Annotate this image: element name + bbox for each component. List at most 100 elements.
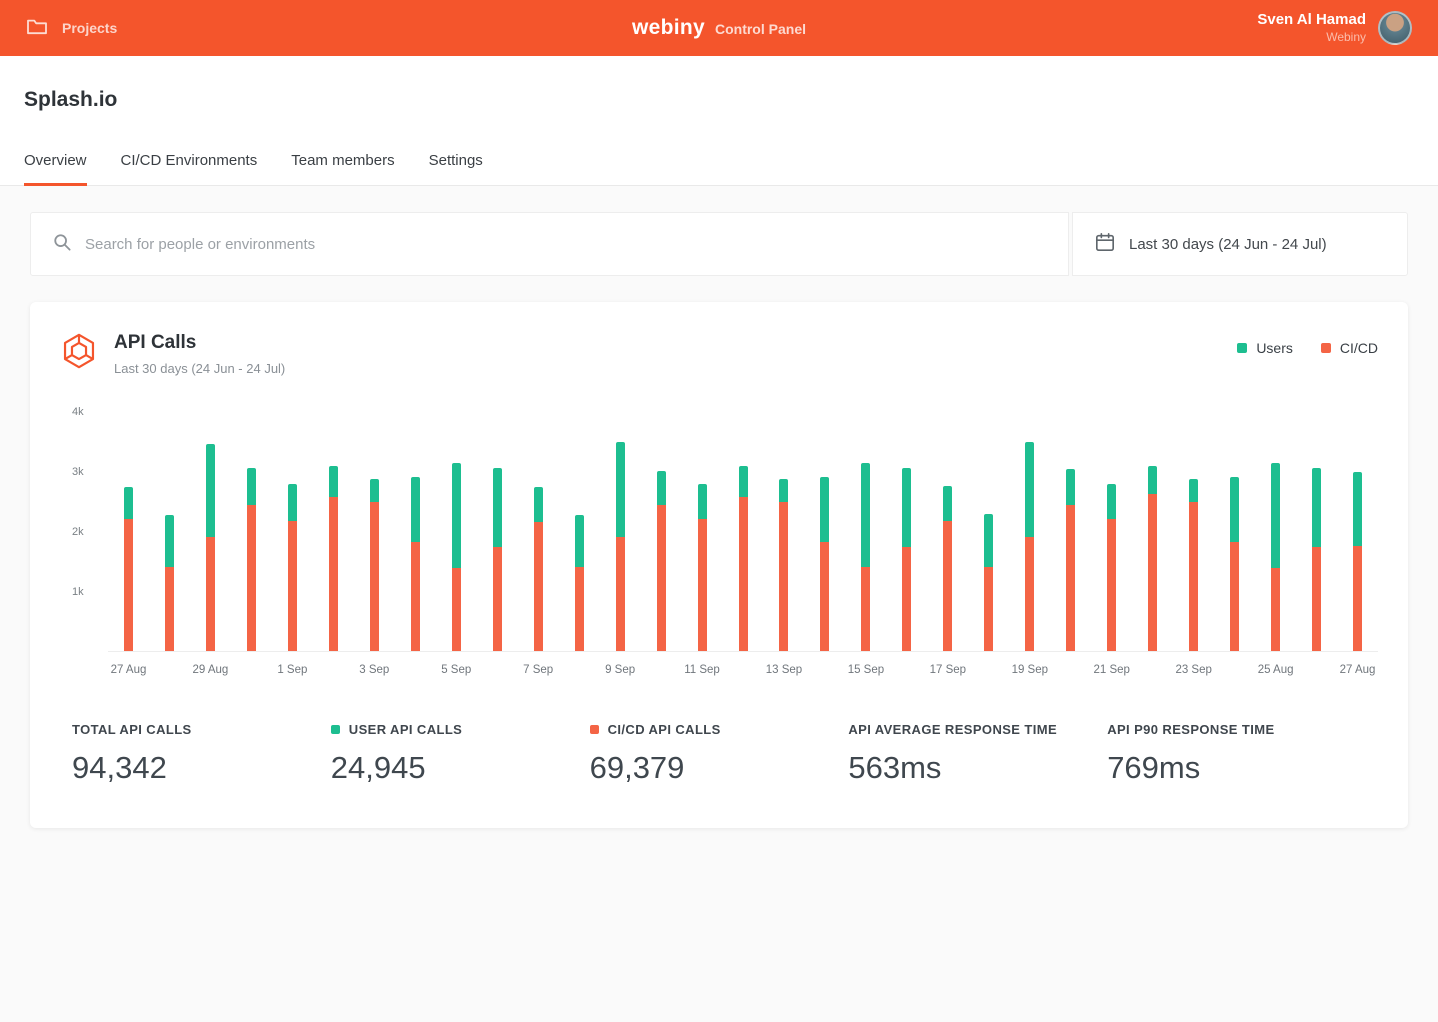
x-axis-label: [149, 664, 190, 676]
legend-label-cicd: CI/CD: [1340, 340, 1378, 356]
chart-bar: [477, 468, 518, 651]
bar-segment-users: [1148, 466, 1157, 494]
stat-label: TOTAL API CALLS: [72, 722, 331, 737]
x-axis-label: [641, 664, 682, 676]
chart-bar: [886, 468, 927, 651]
bar-segment-cicd: [575, 567, 584, 651]
x-axis-label: 21 Sep: [1091, 664, 1132, 676]
stat-api-avg-response-time: API AVERAGE RESPONSE TIME 563ms: [848, 722, 1107, 786]
stats-row: TOTAL API CALLS 94,342 USER API CALLS 24…: [60, 722, 1378, 786]
chart-bar: [600, 442, 641, 651]
x-axis-label: 3 Sep: [354, 664, 395, 676]
x-axis-label: 25 Aug: [1255, 664, 1296, 676]
chart-bar: [968, 514, 1009, 651]
chart-title: API Calls: [114, 332, 285, 354]
control-panel-label: Control Panel: [715, 21, 806, 37]
card-titles: API Calls Last 30 days (24 Jun - 24 Jul): [114, 332, 285, 376]
user-org: Webiny: [1257, 30, 1366, 46]
x-axis-label: [1050, 664, 1091, 676]
x-axis-label: 27 Aug: [108, 664, 149, 676]
main-content: Last 30 days (24 Jun - 24 Jul) API Calls…: [0, 186, 1438, 854]
y-axis-tick: 2k: [72, 526, 84, 538]
stat-value: 94,342: [72, 750, 331, 786]
tab-team-members[interactable]: Team members: [291, 142, 394, 185]
stat-label: API AVERAGE RESPONSE TIME: [848, 722, 1107, 737]
projects-nav[interactable]: Projects: [26, 17, 117, 40]
bar-segment-users: [288, 484, 297, 521]
chart-bar: [1009, 442, 1050, 651]
chart-bar: [1214, 477, 1255, 651]
y-axis-tick: 1k: [72, 586, 84, 598]
chart-bar: [231, 468, 272, 651]
x-axis-label: [1296, 664, 1337, 676]
x-axis-label: 1 Sep: [272, 664, 313, 676]
bar-segment-cicd: [165, 567, 174, 651]
bar-segment-users: [1107, 484, 1116, 519]
stat-user-api-calls: USER API CALLS 24,945: [331, 722, 590, 786]
bar-segment-users: [779, 479, 788, 502]
stat-value: 769ms: [1107, 750, 1366, 786]
x-axis-label: 7 Sep: [518, 664, 559, 676]
bar-segment-cicd: [902, 547, 911, 651]
bar-segment-users: [1353, 472, 1362, 546]
bar-segment-cicd: [493, 547, 502, 651]
bar-segment-cicd: [1271, 568, 1280, 651]
bar-segment-cicd: [288, 521, 297, 651]
chart-bar: [436, 463, 477, 651]
bar-segment-users: [1189, 479, 1198, 501]
chart-subtitle: Last 30 days (24 Jun - 24 Jul): [114, 361, 285, 376]
chart-bar: [1132, 466, 1173, 651]
x-axis-label: 11 Sep: [682, 664, 723, 676]
x-axis-label: [477, 664, 518, 676]
chart-bar: [149, 515, 190, 651]
x-axis-label: [313, 664, 354, 676]
x-axis-label: [231, 664, 272, 676]
chart-bar: [1050, 469, 1091, 651]
bar-segment-users: [329, 466, 338, 497]
chart-bar: [723, 466, 764, 651]
stat-cicd-api-calls: CI/CD API CALLS 69,379: [590, 722, 849, 786]
bar-segment-users: [1312, 468, 1321, 547]
chart-bar: [927, 486, 968, 651]
x-axis-label: [1214, 664, 1255, 676]
tab-settings[interactable]: Settings: [429, 142, 483, 185]
x-axis-label: 9 Sep: [600, 664, 641, 676]
bar-segment-cicd: [329, 497, 338, 651]
bar-segment-cicd: [1148, 494, 1157, 651]
chart-y-axis: 1k2k3k4k: [60, 412, 100, 652]
folder-icon: [26, 17, 48, 40]
avatar[interactable]: [1378, 11, 1412, 45]
chart-x-axis: 27 Aug 29 Aug 1 Sep 3 Sep 5 Sep 7 Sep 9 Sep 11 …: [108, 664, 1378, 676]
bar-segment-users: [943, 486, 952, 521]
x-axis-label: 29 Aug: [190, 664, 231, 676]
stat-label: API P90 RESPONSE TIME: [1107, 722, 1366, 737]
chart-bar: [764, 479, 805, 651]
tab-cicd-environments[interactable]: CI/CD Environments: [121, 142, 258, 185]
date-range-picker[interactable]: Last 30 days (24 Jun - 24 Jul): [1072, 212, 1408, 276]
bar-segment-users: [575, 515, 584, 567]
chart-bar: [190, 444, 231, 651]
bar-segment-cicd: [1025, 537, 1034, 651]
bar-segment-users: [1066, 469, 1075, 504]
filter-row: Last 30 days (24 Jun - 24 Jul): [30, 212, 1408, 276]
bar-segment-users: [247, 468, 256, 505]
webiny-logo: webiny: [632, 16, 705, 40]
bar-segment-users: [1025, 442, 1034, 537]
stat-value: 69,379: [590, 750, 849, 786]
date-range-label: Last 30 days (24 Jun - 24 Jul): [1129, 236, 1327, 253]
chart-bar: [682, 484, 723, 651]
x-axis-label: 5 Sep: [436, 664, 477, 676]
x-axis-label: [886, 664, 927, 676]
bar-segment-cicd: [1066, 505, 1075, 651]
page-head: Splash.io Overview CI/CD Environments Te…: [0, 56, 1438, 186]
chart-bar: [313, 466, 354, 651]
tab-overview[interactable]: Overview: [24, 142, 87, 186]
bar-segment-cicd: [124, 519, 133, 651]
bar-segment-cicd: [247, 505, 256, 651]
stat-total-api-calls: TOTAL API CALLS 94,342: [72, 722, 331, 786]
y-axis-tick: 4k: [72, 406, 84, 418]
stat-label: USER API CALLS: [331, 722, 590, 737]
chart-bar: [559, 515, 600, 651]
search-input[interactable]: [85, 236, 1046, 253]
green-dot-icon: [331, 725, 340, 734]
